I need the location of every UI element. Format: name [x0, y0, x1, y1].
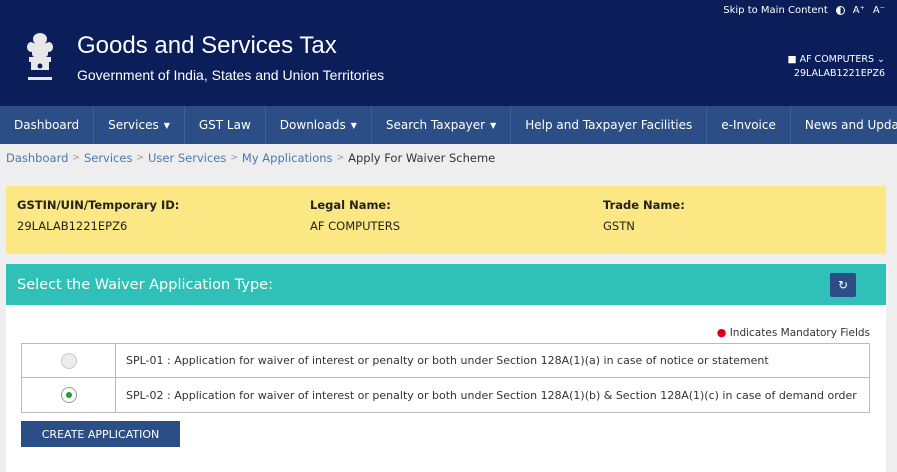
caret-down-icon: ▼	[490, 120, 497, 130]
user-icon: ■	[787, 54, 797, 65]
gstin-block: GSTIN/UIN/Temporary ID: 29LALAB1221EPZ6	[17, 198, 179, 233]
spl-02-label[interactable]: SPL-02 : Application for waiver of inter…	[115, 377, 870, 413]
breadcrumb-my-applications[interactable]: My Applications	[242, 151, 333, 165]
user-gstin: 29LALAB1221EPZ6	[793, 68, 885, 79]
site-title[interactable]: Goods and Services Tax	[77, 32, 337, 60]
font-decrease-button[interactable]: A⁻	[873, 5, 885, 16]
spl-02-radio[interactable]	[60, 387, 77, 403]
breadcrumb-services[interactable]: Services	[84, 151, 133, 165]
site-subtitle: Government of India, States and Union Te…	[77, 67, 385, 83]
waiver-section: Select the Waiver Application Type: ↻ ● …	[6, 264, 886, 472]
nav-label: e-Invoice	[721, 118, 776, 132]
nav-label: Dashboard	[14, 118, 80, 132]
trade-name-block: Trade Name: GSTN	[603, 198, 685, 233]
create-application-button[interactable]: CREATE APPLICATION	[21, 421, 180, 447]
main-nav: Dashboard Services ▼ GST Law Downloads ▼ S…	[0, 106, 897, 144]
legal-name-label: Legal Name:	[310, 198, 391, 212]
table-row: SPL-02 : Application for waiver of inter…	[21, 377, 870, 413]
nav-label: Help and Taxpayer Facilities	[525, 118, 693, 132]
caret-down-icon: ▼	[163, 120, 170, 130]
gstin-value: 29LALAB1221EPZ6	[17, 219, 128, 233]
breadcrumb-dashboard[interactable]: Dashboard	[6, 151, 68, 165]
refresh-icon: ↻	[837, 277, 849, 292]
top-utility-bar: Skip to Main Content A⁺ A⁻	[0, 0, 897, 20]
trade-name-value: GSTN	[603, 219, 635, 233]
user-name: AF COMPUTERS	[799, 54, 874, 65]
breadcrumb-current: Apply For Waiver Scheme	[348, 151, 496, 165]
user-menu[interactable]: ■ AF COMPUTERS ⌄ 29LALAB1221EPZ6	[788, 53, 885, 81]
nav-item-e-invoice[interactable]: e-Invoice	[707, 106, 791, 144]
refresh-button[interactable]: ↻	[830, 272, 856, 297]
nav-label: Services	[108, 118, 159, 132]
font-increase-button[interactable]: A⁺	[853, 5, 865, 16]
breadcrumb-separator: >	[230, 153, 238, 163]
nav-item-dashboard[interactable]: Dashboard	[0, 106, 95, 144]
nav-item-gst-law[interactable]: GST Law	[185, 106, 266, 144]
mandatory-note: ● Indicates Mandatory Fields	[717, 326, 870, 339]
gstin-label: GSTIN/UIN/Temporary ID:	[17, 198, 180, 212]
trade-name-label: Trade Name:	[603, 198, 685, 212]
contrast-icon[interactable]	[835, 5, 845, 15]
mandatory-note-text: Indicates Mandatory Fields	[729, 327, 870, 339]
radio-cell	[21, 343, 116, 378]
radio-cell	[21, 377, 116, 413]
nav-label: Downloads	[279, 118, 346, 132]
nav-label: News and Updates	[804, 118, 897, 132]
nav-item-news[interactable]: News and Updates	[791, 106, 897, 144]
breadcrumb-separator: >	[336, 153, 345, 163]
nav-item-help[interactable]: Help and Taxpayer Facilities	[511, 106, 708, 144]
nav-label: Search Taxpayer	[385, 118, 486, 132]
taxpayer-info-panel: GSTIN/UIN/Temporary ID: 29LALAB1221EPZ6 …	[6, 186, 886, 254]
nav-item-downloads[interactable]: Downloads ▼	[266, 106, 372, 144]
skip-to-main-link[interactable]: Skip to Main Content	[723, 5, 827, 16]
breadcrumb-separator: >	[72, 153, 80, 163]
waiver-options-table: SPL-01 : Application for waiver of inter…	[21, 343, 870, 413]
spl-01-radio[interactable]	[60, 352, 77, 369]
chevron-down-icon: ⌄	[877, 54, 885, 65]
legal-name-value: AF COMPUTERS	[310, 219, 401, 233]
table-row: SPL-01 : Application for waiver of inter…	[21, 343, 870, 378]
ashoka-emblem-icon	[27, 33, 53, 80]
waiver-section-header: Select the Waiver Application Type: ↻	[6, 264, 886, 305]
mandatory-dot-icon: ●	[716, 326, 727, 339]
breadcrumb-separator: >	[136, 153, 144, 163]
legal-name-block: Legal Name: AF COMPUTERS	[310, 198, 400, 233]
breadcrumb: Dashboard > Services > User Services > My A…	[0, 144, 897, 172]
waiver-section-title: Select the Waiver Application Type:	[17, 276, 273, 293]
breadcrumb-user-services[interactable]: User Services	[148, 151, 226, 165]
site-header: Goods and Services Tax Government of Ind…	[0, 20, 897, 106]
caret-down-icon: ▼	[350, 120, 357, 130]
nav-item-services[interactable]: Services ▼	[94, 106, 185, 144]
spl-01-label[interactable]: SPL-01 : Application for waiver of inter…	[115, 343, 870, 378]
nav-item-search-taxpayer[interactable]: Search Taxpayer ▼	[372, 106, 512, 144]
nav-label: GST Law	[198, 118, 251, 132]
